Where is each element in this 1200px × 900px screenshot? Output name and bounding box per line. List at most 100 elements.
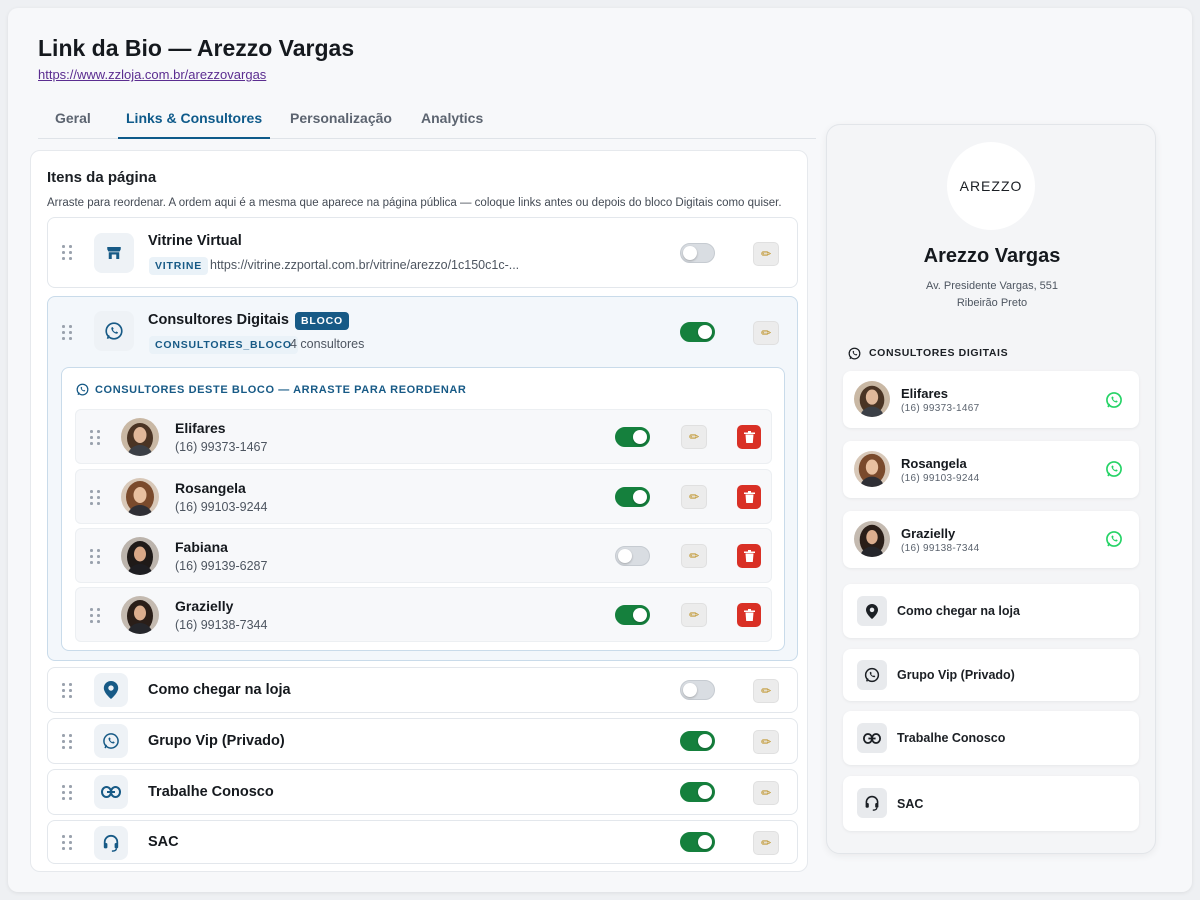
- consultant-row: Fabiana (16) 99139-6287 ✏: [75, 528, 772, 583]
- consultant-toggle[interactable]: [615, 427, 650, 447]
- preview-consultant-card[interactable]: Rosangela (16) 99103-9244: [843, 441, 1139, 498]
- pencil-icon: ✏: [688, 490, 700, 504]
- preview-link-card[interactable]: Trabalhe Conosco: [843, 711, 1139, 765]
- edit-button[interactable]: ✏: [753, 781, 779, 805]
- preview-link-card[interactable]: SAC: [843, 776, 1139, 831]
- trabalhe-conosco-toggle[interactable]: [680, 782, 715, 802]
- consultant-row: Elifares (16) 99373-1467 ✏: [75, 409, 772, 464]
- edit-button[interactable]: ✏: [681, 425, 707, 449]
- item-title: Vitrine Virtual: [148, 233, 242, 249]
- preview-consultant-card[interactable]: Elifares (16) 99373-1467: [843, 371, 1139, 428]
- section-title: Itens da página: [47, 169, 157, 186]
- link-icon: [857, 723, 887, 753]
- drag-handle-icon[interactable]: [62, 245, 72, 261]
- vitrine-toggle[interactable]: [680, 243, 715, 263]
- consultant-phone: (16) 99373-1467: [175, 440, 268, 454]
- trash-icon: [743, 431, 755, 443]
- preview-store-name: Arezzo Vargas: [923, 245, 1061, 267]
- trash-icon: [743, 609, 755, 621]
- headset-icon: [857, 788, 887, 818]
- item-url: https://vitrine.zzportal.com.br/vitrine/…: [210, 258, 520, 272]
- preview-consultant-card[interactable]: Grazielly (16) 99138-7344: [843, 511, 1139, 568]
- drag-handle-icon[interactable]: [62, 325, 72, 341]
- drag-handle-icon[interactable]: [62, 785, 72, 801]
- edit-button[interactable]: ✏: [753, 242, 779, 266]
- delete-button[interactable]: [737, 544, 761, 568]
- edit-button[interactable]: ✏: [753, 321, 779, 345]
- whatsapp-icon: [94, 311, 134, 351]
- edit-button[interactable]: ✏: [753, 730, 779, 754]
- consultant-toggle[interactable]: [615, 546, 650, 566]
- grupo-vip-toggle[interactable]: [680, 731, 715, 751]
- avatar: [854, 451, 890, 487]
- edit-button[interactable]: ✏: [681, 485, 707, 509]
- pencil-icon: ✏: [760, 326, 772, 340]
- item-title: Grupo Vip (Privado): [148, 733, 285, 749]
- drag-handle-icon[interactable]: [62, 835, 72, 851]
- preview-link-card[interactable]: Grupo Vip (Privado): [843, 649, 1139, 701]
- preview-link-card[interactable]: Como chegar na loja: [843, 584, 1139, 638]
- tab-personalizacao[interactable]: Personalização: [290, 110, 392, 139]
- consultores-toggle[interactable]: [680, 322, 715, 342]
- consultant-toggle[interactable]: [615, 487, 650, 507]
- drag-handle-icon[interactable]: [90, 608, 100, 624]
- preview-consultant-name: Rosangela: [901, 456, 967, 471]
- block-list-title: CONSULTORES DESTE BLOCO — ARRASTE PARA R…: [95, 384, 467, 396]
- drag-handle-icon[interactable]: [62, 734, 72, 750]
- tab-geral[interactable]: Geral: [55, 110, 91, 139]
- consultant-name: Rosangela: [175, 480, 246, 496]
- edit-button[interactable]: ✏: [753, 831, 779, 855]
- avatar: [121, 537, 159, 575]
- delete-button[interactable]: [737, 425, 761, 449]
- drag-handle-icon[interactable]: [90, 430, 100, 446]
- item-row-trabalhe-conosco: Trabalhe Conosco ✏: [47, 769, 798, 815]
- consultores-block: Consultores Digitais BLOCO CONSULTORES_B…: [47, 296, 798, 661]
- preview-consultant-name: Grazielly: [901, 526, 956, 541]
- block-badge: BLOCO: [295, 312, 349, 330]
- drag-handle-icon[interactable]: [90, 549, 100, 565]
- brand-logo: AREZZO: [947, 142, 1035, 230]
- trash-icon: [743, 550, 755, 562]
- item-row-grupo-vip: Grupo Vip (Privado) ✏: [47, 718, 798, 764]
- preview-link-label: Grupo Vip (Privado): [897, 668, 1015, 682]
- preview-consultant-phone: (16) 99373-1467: [901, 403, 980, 414]
- consultant-row: Rosangela (16) 99103-9244 ✏: [75, 469, 772, 524]
- preview-consultant-phone: (16) 99138-7344: [901, 543, 980, 554]
- delete-button[interactable]: [737, 485, 761, 509]
- drag-handle-icon[interactable]: [90, 490, 100, 506]
- consultant-row: Grazielly (16) 99138-7344 ✏: [75, 587, 772, 642]
- tab-analytics[interactable]: Analytics: [421, 110, 483, 139]
- consultant-toggle[interactable]: [615, 605, 650, 625]
- whatsapp-icon[interactable]: [1104, 459, 1124, 484]
- store-icon: [94, 233, 134, 273]
- consultant-name: Grazielly: [175, 598, 234, 614]
- preview-link-label: Trabalhe Conosco: [897, 731, 1006, 745]
- link-icon: [94, 775, 128, 809]
- tab-links-consultores[interactable]: Links & Consultores: [118, 110, 271, 139]
- preview-address-line1: Av. Presidente Vargas, 551: [925, 280, 1059, 292]
- item-title: Como chegar na loja: [148, 682, 291, 698]
- preview-link-label: SAC: [897, 797, 924, 811]
- public-url-link[interactable]: https://www.zzloja.com.br/arezzovargas: [38, 67, 266, 82]
- whatsapp-icon[interactable]: [1104, 390, 1124, 415]
- avatar: [854, 521, 890, 557]
- sac-toggle[interactable]: [680, 832, 715, 852]
- como-chegar-toggle[interactable]: [680, 680, 715, 700]
- edit-button[interactable]: ✏: [681, 544, 707, 568]
- avatar: [854, 381, 890, 417]
- consultant-count: 4 consultores: [290, 337, 365, 351]
- edit-button[interactable]: ✏: [753, 679, 779, 703]
- preview-address-line2: Ribeirão Preto: [956, 297, 1028, 309]
- page-title: Link da Bio — Arezzo Vargas: [38, 35, 355, 61]
- location-pin-icon: [94, 673, 128, 707]
- item-type-tag: CONSULTORES_BLOCO: [149, 336, 298, 354]
- pencil-icon: ✏: [760, 836, 772, 850]
- whatsapp-icon[interactable]: [1104, 529, 1124, 554]
- preview-consultant-name: Elifares: [901, 386, 948, 401]
- drag-handle-icon[interactable]: [62, 683, 72, 699]
- edit-button[interactable]: ✏: [681, 603, 707, 627]
- consultants-list: CONSULTORES DESTE BLOCO — ARRASTE PARA R…: [61, 367, 785, 651]
- pencil-icon: ✏: [760, 735, 772, 749]
- delete-button[interactable]: [737, 603, 761, 627]
- item-row-sac: SAC ✏: [47, 820, 798, 864]
